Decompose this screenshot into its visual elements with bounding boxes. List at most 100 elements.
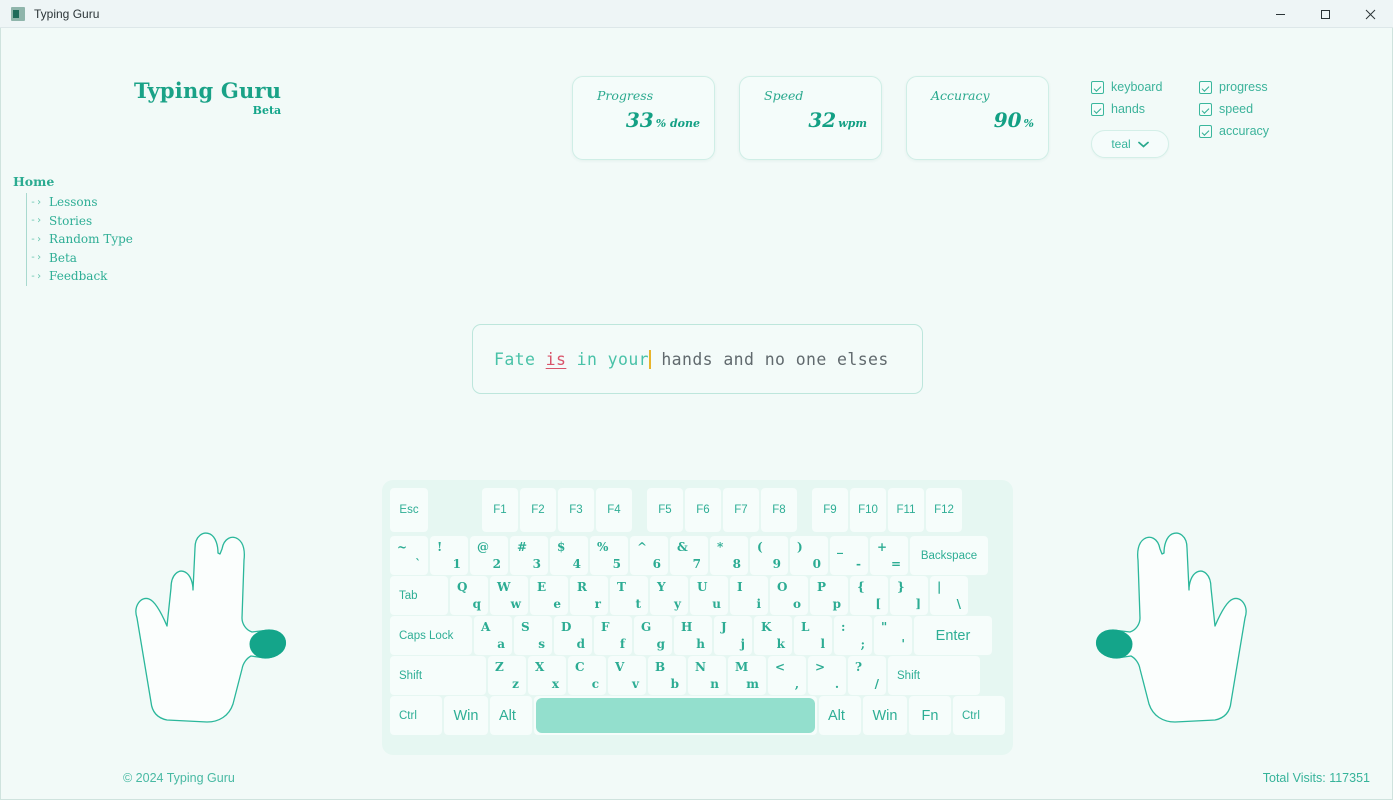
key-comma[interactable]: <, [768,656,806,695]
key-5[interactable]: % 5 [590,536,628,575]
sidebar-item-random-type[interactable]: -› Random Type [27,230,133,249]
key-space[interactable] [534,696,817,735]
key-win-right[interactable]: Win [863,696,907,735]
key-j[interactable]: Jj [714,616,752,655]
key-f8[interactable]: F8 [761,488,797,532]
key-n[interactable]: Nn [688,656,726,695]
key-0[interactable]: ) 0 [790,536,828,575]
key-esc[interactable]: Esc [390,488,428,532]
toggle-keyboard[interactable]: keyboard [1091,80,1169,94]
key-o[interactable]: Oo [770,576,808,615]
key-semicolon[interactable]: :; [834,616,872,655]
toggle-label: keyboard [1111,80,1163,94]
key-quote[interactable]: " ' [874,616,912,655]
key-i[interactable]: Ii [730,576,768,615]
key-t[interactable]: Tt [610,576,648,615]
key-a[interactable]: Aa [474,616,512,655]
key-alt-right[interactable]: Alt [819,696,861,735]
sidebar-item-beta[interactable]: -› Beta [27,249,133,268]
key-tab[interactable]: Tab [390,576,448,615]
toggle-accuracy[interactable]: accuracy [1199,124,1269,138]
toggle-progress[interactable]: progress [1199,80,1269,94]
key-backslash[interactable]: | \ [930,576,968,615]
checkbox-icon[interactable] [1091,80,1104,94]
nav-root-home[interactable]: Home [13,174,133,189]
key-f3[interactable]: F3 [558,488,594,532]
key-caps-lock[interactable]: Caps Lock [390,616,472,655]
key-2[interactable]: @2 [470,536,508,575]
key-f6[interactable]: F6 [685,488,721,532]
toggle-hands[interactable]: hands [1091,102,1169,116]
key-period[interactable]: >. [808,656,846,695]
key-shift-right[interactable]: Shift [888,656,980,695]
sidebar-item-lessons[interactable]: -› Lessons [27,193,133,212]
key-4[interactable]: $4 [550,536,588,575]
key-backtick[interactable]: ~ ` [390,536,428,575]
key-f4[interactable]: F4 [596,488,632,532]
key-s[interactable]: Ss [514,616,552,655]
key-h[interactable]: Hh [674,616,712,655]
key-f10[interactable]: F10 [850,488,886,532]
key-l[interactable]: Ll [794,616,832,655]
theme-select[interactable]: teal [1091,130,1169,158]
key-w[interactable]: Ww [490,576,528,615]
key-d[interactable]: Dd [554,616,592,655]
key-alt-left[interactable]: Alt [490,696,532,735]
key-8[interactable]: * 8 [710,536,748,575]
toggle-speed[interactable]: speed [1199,102,1269,116]
key-f[interactable]: Ff [594,616,632,655]
key-v[interactable]: Vv [608,656,646,695]
key-minus[interactable]: _ - [830,536,868,575]
key-shift-label: F [601,620,610,634]
key-ctrl-right[interactable]: Ctrl [953,696,1005,735]
key-equals[interactable]: + = [870,536,908,575]
checkbox-icon[interactable] [1091,102,1104,116]
minimize-button[interactable] [1258,0,1303,28]
key-g[interactable]: Gg [634,616,672,655]
close-icon[interactable] [1348,0,1393,28]
key-3[interactable]: #3 [510,536,548,575]
key-label: g [656,637,665,651]
key-f9[interactable]: F9 [812,488,848,532]
key-k[interactable]: Kk [754,616,792,655]
typing-prompt-box[interactable]: Fate is in your hands and no one elses [472,324,923,394]
key-shift-left[interactable]: Shift [390,656,486,695]
key-r[interactable]: Rr [570,576,608,615]
key-b[interactable]: Bb [648,656,686,695]
key-q[interactable]: Qq [450,576,488,615]
key-win-left[interactable]: Win [444,696,488,735]
key-slash[interactable]: ? / [848,656,886,695]
key-6[interactable]: ^ 6 [630,536,668,575]
key-z[interactable]: Zz [488,656,526,695]
key-e[interactable]: Ee [530,576,568,615]
checkbox-icon[interactable] [1199,102,1212,116]
key-y[interactable]: Yy [650,576,688,615]
sidebar-item-stories[interactable]: -› Stories [27,212,133,231]
key-f11[interactable]: F11 [888,488,924,532]
checkbox-icon[interactable] [1199,124,1212,138]
key-label: - [856,557,861,571]
key-f7[interactable]: F7 [723,488,759,532]
key-enter[interactable]: Enter [914,616,992,655]
key-backspace[interactable]: Backspace [910,536,988,575]
key-u[interactable]: Uu [690,576,728,615]
key-9[interactable]: (9 [750,536,788,575]
key-c[interactable]: Cc [568,656,606,695]
key-bracket-left[interactable]: {[ [850,576,888,615]
sidebar-item-feedback[interactable]: -› Feedback [27,267,133,286]
key-f12[interactable]: F12 [926,488,962,532]
key-ctrl-left[interactable]: Ctrl [390,696,442,735]
checkbox-icon[interactable] [1199,80,1212,94]
key-f2[interactable]: F2 [520,488,556,532]
key-bracket-right[interactable]: }] [890,576,928,615]
key-fn[interactable]: Fn [909,696,951,735]
key-shift-label: _ [837,540,843,554]
key-1[interactable]: ! 1 [430,536,468,575]
key-f5[interactable]: F5 [647,488,683,532]
key-f1[interactable]: F1 [482,488,518,532]
key-m[interactable]: Mm [728,656,766,695]
key-7[interactable]: & 7 [670,536,708,575]
maximize-button[interactable] [1303,0,1348,28]
key-p[interactable]: Pp [810,576,848,615]
key-x[interactable]: Xx [528,656,566,695]
